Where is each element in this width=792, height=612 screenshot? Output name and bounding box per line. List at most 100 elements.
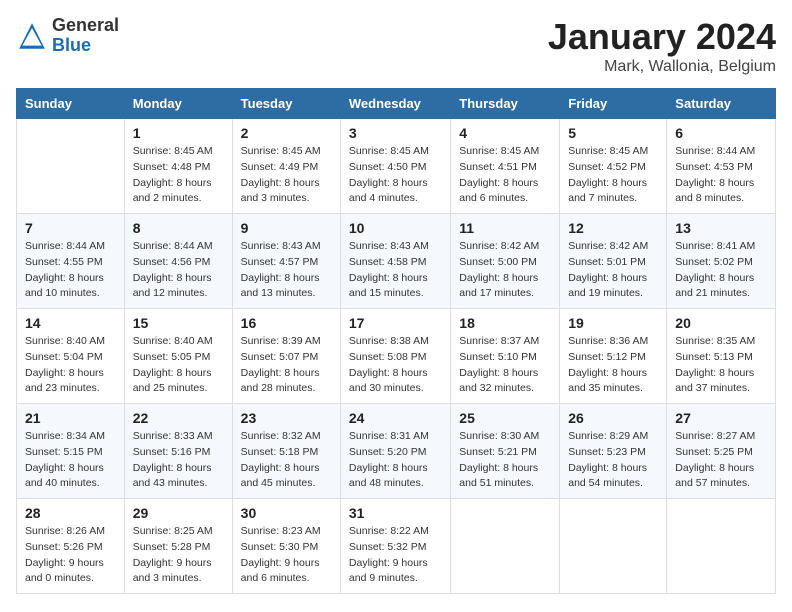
day-info: Sunrise: 8:45 AMSunset: 4:49 PMDaylight:…	[241, 144, 332, 207]
day-info: Sunrise: 8:36 AMSunset: 5:12 PMDaylight:…	[568, 334, 658, 397]
calendar-cell: 26 Sunrise: 8:29 AMSunset: 5:23 PMDayligh…	[560, 404, 667, 499]
day-info: Sunrise: 8:27 AMSunset: 5:25 PMDaylight:…	[675, 429, 767, 492]
day-info: Sunrise: 8:41 AMSunset: 5:02 PMDaylight:…	[675, 239, 767, 302]
day-info: Sunrise: 8:25 AMSunset: 5:28 PMDaylight:…	[133, 524, 224, 587]
day-info: Sunrise: 8:40 AMSunset: 5:05 PMDaylight:…	[133, 334, 224, 397]
logo-general-text: General	[52, 15, 119, 35]
day-number: 13	[675, 220, 767, 236]
calendar-cell	[667, 499, 776, 594]
calendar-cell: 14 Sunrise: 8:40 AMSunset: 5:04 PMDayligh…	[17, 309, 125, 404]
calendar-cell: 24 Sunrise: 8:31 AMSunset: 5:20 PMDayligh…	[340, 404, 450, 499]
day-number: 21	[25, 410, 116, 426]
calendar-cell: 20Sunrise: 8:35 AMSunset: 5:13 PMDayligh…	[667, 309, 776, 404]
logo: General Blue	[16, 16, 119, 56]
day-number: 1	[133, 125, 224, 141]
location-title: Mark, Wallonia, Belgium	[548, 58, 776, 76]
day-number: 23	[241, 410, 332, 426]
day-info: Sunrise: 8:44 AMSunset: 4:53 PMDaylight:…	[675, 144, 767, 207]
day-number: 10	[349, 220, 442, 236]
day-number: 11	[459, 220, 551, 236]
day-number: 24	[349, 410, 442, 426]
day-info: Sunrise: 8:40 AMSunset: 5:04 PMDaylight:…	[25, 334, 116, 397]
day-info: Sunrise: 8:44 AMSunset: 4:55 PMDaylight:…	[25, 239, 116, 302]
calendar-cell: 6 Sunrise: 8:44 AMSunset: 4:53 PMDaylight…	[667, 119, 776, 214]
weekday-header: Thursday	[451, 89, 560, 119]
day-info: Sunrise: 8:38 AMSunset: 5:08 PMDaylight:…	[349, 334, 442, 397]
day-number: 16	[241, 315, 332, 331]
day-info: Sunrise: 8:23 AMSunset: 5:30 PMDaylight:…	[241, 524, 332, 587]
calendar-cell: 27 Sunrise: 8:27 AMSunset: 5:25 PMDayligh…	[667, 404, 776, 499]
day-info: Sunrise: 8:39 AMSunset: 5:07 PMDaylight:…	[241, 334, 332, 397]
calendar-cell: 28Sunrise: 8:26 AMSunset: 5:26 PMDayligh…	[17, 499, 125, 594]
day-info: Sunrise: 8:37 AMSunset: 5:10 PMDaylight:…	[459, 334, 551, 397]
calendar-cell: 5Sunrise: 8:45 AMSunset: 4:52 PMDaylight…	[560, 119, 667, 214]
calendar-cell: 15 Sunrise: 8:40 AMSunset: 5:05 PMDayligh…	[124, 309, 232, 404]
calendar-week-row: 28Sunrise: 8:26 AMSunset: 5:26 PMDayligh…	[17, 499, 776, 594]
calendar-cell: 11 Sunrise: 8:42 AMSunset: 5:00 PMDayligh…	[451, 214, 560, 309]
day-info: Sunrise: 8:35 AMSunset: 5:13 PMDaylight:…	[675, 334, 767, 397]
day-number: 31	[349, 505, 442, 521]
day-number: 7	[25, 220, 116, 236]
day-info: Sunrise: 8:32 AMSunset: 5:18 PMDaylight:…	[241, 429, 332, 492]
calendar-week-row: 21 Sunrise: 8:34 AMSunset: 5:15 PMDayligh…	[17, 404, 776, 499]
calendar-cell: 21 Sunrise: 8:34 AMSunset: 5:15 PMDayligh…	[17, 404, 125, 499]
day-info: Sunrise: 8:29 AMSunset: 5:23 PMDaylight:…	[568, 429, 658, 492]
logo-icon	[16, 20, 48, 52]
calendar-cell: 7 Sunrise: 8:44 AMSunset: 4:55 PMDaylight…	[17, 214, 125, 309]
month-title: January 2024	[548, 16, 776, 58]
day-number: 18	[459, 315, 551, 331]
calendar-cell: 29 Sunrise: 8:25 AMSunset: 5:28 PMDayligh…	[124, 499, 232, 594]
day-number: 22	[133, 410, 224, 426]
day-info: Sunrise: 8:45 AMSunset: 4:51 PMDaylight:…	[459, 144, 551, 207]
calendar-cell: 18 Sunrise: 8:37 AMSunset: 5:10 PMDayligh…	[451, 309, 560, 404]
calendar-cell: 3Sunrise: 8:45 AMSunset: 4:50 PMDaylight…	[340, 119, 450, 214]
day-info: Sunrise: 8:42 AMSunset: 5:01 PMDaylight:…	[568, 239, 658, 302]
day-number: 17	[349, 315, 442, 331]
logo-blue-text: Blue	[52, 35, 91, 55]
day-info: Sunrise: 8:34 AMSunset: 5:15 PMDaylight:…	[25, 429, 116, 492]
calendar-cell: 17 Sunrise: 8:38 AMSunset: 5:08 PMDayligh…	[340, 309, 450, 404]
calendar-cell: 19 Sunrise: 8:36 AMSunset: 5:12 PMDayligh…	[560, 309, 667, 404]
calendar-table: SundayMondayTuesdayWednesdayThursdayFrid…	[16, 88, 776, 594]
day-info: Sunrise: 8:43 AMSunset: 4:58 PMDaylight:…	[349, 239, 442, 302]
page-header: General Blue January 2024 Mark, Wallonia…	[16, 16, 776, 76]
day-number: 26	[568, 410, 658, 426]
calendar-cell: 1 Sunrise: 8:45 AMSunset: 4:48 PMDaylight…	[124, 119, 232, 214]
calendar-cell: 13 Sunrise: 8:41 AMSunset: 5:02 PMDayligh…	[667, 214, 776, 309]
calendar-cell: 8Sunrise: 8:44 AMSunset: 4:56 PMDaylight…	[124, 214, 232, 309]
day-info: Sunrise: 8:26 AMSunset: 5:26 PMDaylight:…	[25, 524, 116, 587]
title-block: January 2024 Mark, Wallonia, Belgium	[548, 16, 776, 76]
calendar-cell: 10 Sunrise: 8:43 AMSunset: 4:58 PMDayligh…	[340, 214, 450, 309]
day-info: Sunrise: 8:31 AMSunset: 5:20 PMDaylight:…	[349, 429, 442, 492]
day-number: 4	[459, 125, 551, 141]
day-info: Sunrise: 8:42 AMSunset: 5:00 PMDaylight:…	[459, 239, 551, 302]
calendar-header-row: SundayMondayTuesdayWednesdayThursdayFrid…	[17, 89, 776, 119]
day-number: 15	[133, 315, 224, 331]
day-number: 14	[25, 315, 116, 331]
calendar-cell: 4 Sunrise: 8:45 AMSunset: 4:51 PMDaylight…	[451, 119, 560, 214]
calendar-cell: 22 Sunrise: 8:33 AMSunset: 5:16 PMDayligh…	[124, 404, 232, 499]
weekday-header: Monday	[124, 89, 232, 119]
day-info: Sunrise: 8:22 AMSunset: 5:32 PMDaylight:…	[349, 524, 442, 587]
day-number: 27	[675, 410, 767, 426]
calendar-cell: 23 Sunrise: 8:32 AMSunset: 5:18 PMDayligh…	[232, 404, 340, 499]
calendar-cell: 25Sunrise: 8:30 AMSunset: 5:21 PMDayligh…	[451, 404, 560, 499]
weekday-header: Wednesday	[340, 89, 450, 119]
day-number: 29	[133, 505, 224, 521]
day-info: Sunrise: 8:43 AMSunset: 4:57 PMDaylight:…	[241, 239, 332, 302]
calendar-cell	[17, 119, 125, 214]
day-number: 19	[568, 315, 658, 331]
calendar-cell	[451, 499, 560, 594]
day-number: 6	[675, 125, 767, 141]
day-info: Sunrise: 8:45 AMSunset: 4:48 PMDaylight:…	[133, 144, 224, 207]
calendar-cell: 30Sunrise: 8:23 AMSunset: 5:30 PMDayligh…	[232, 499, 340, 594]
calendar-week-row: 1 Sunrise: 8:45 AMSunset: 4:48 PMDaylight…	[17, 119, 776, 214]
weekday-header: Tuesday	[232, 89, 340, 119]
day-number: 2	[241, 125, 332, 141]
day-info: Sunrise: 8:33 AMSunset: 5:16 PMDaylight:…	[133, 429, 224, 492]
day-number: 25	[459, 410, 551, 426]
calendar-cell: 12Sunrise: 8:42 AMSunset: 5:01 PMDayligh…	[560, 214, 667, 309]
weekday-header: Friday	[560, 89, 667, 119]
day-info: Sunrise: 8:44 AMSunset: 4:56 PMDaylight:…	[133, 239, 224, 302]
weekday-header: Saturday	[667, 89, 776, 119]
